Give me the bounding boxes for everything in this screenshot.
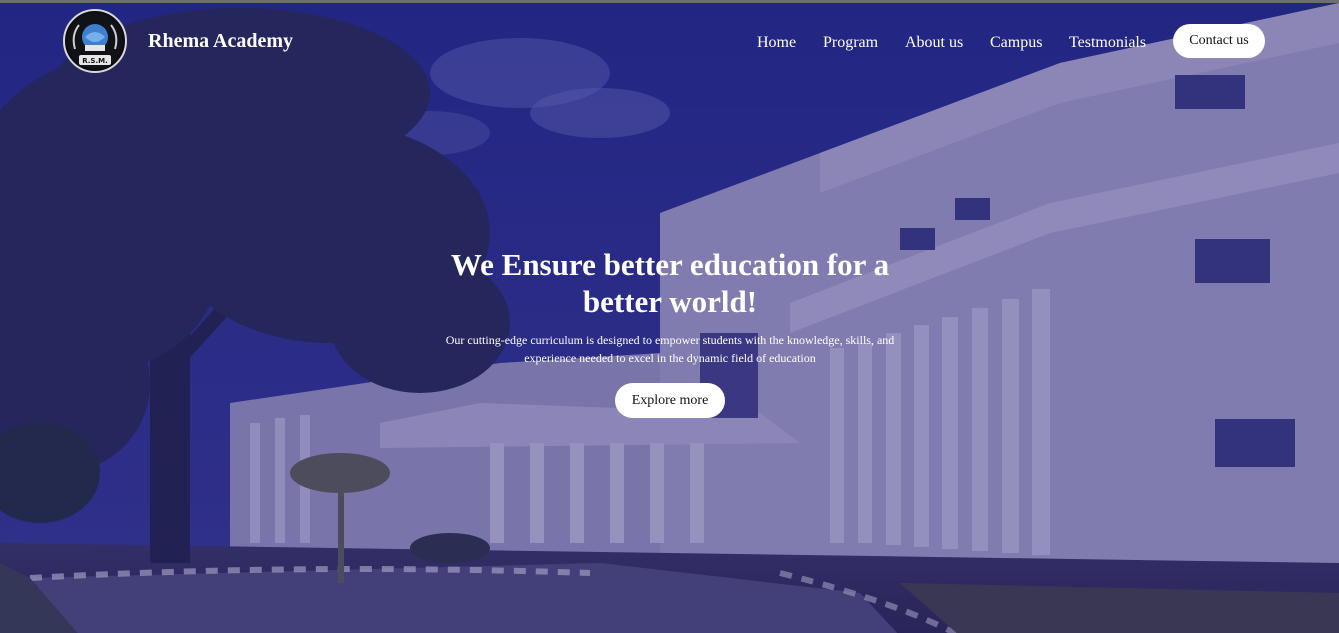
top-navbar: R.S.M. Rhema Academy Home Program About … xyxy=(0,3,1339,83)
nav-program[interactable]: Program xyxy=(823,34,878,52)
svg-text:R.S.M.: R.S.M. xyxy=(82,57,108,65)
academy-logo[interactable]: R.S.M. xyxy=(63,9,127,73)
nav-campus[interactable]: Campus xyxy=(990,34,1042,52)
brand-name[interactable]: Rhema Academy xyxy=(148,30,293,53)
hero-content: We Ensure better education for a better … xyxy=(420,246,920,418)
nav-testimonials[interactable]: Testmonials xyxy=(1069,34,1146,52)
hero-subtitle: Our cutting-edge curriculum is designed … xyxy=(445,333,895,365)
hero-section: R.S.M. Rhema Academy Home Program About … xyxy=(0,0,1339,633)
nav-about-us[interactable]: About us xyxy=(905,34,963,52)
nav-home[interactable]: Home xyxy=(757,34,796,52)
hero-title: We Ensure better education for a better … xyxy=(450,247,890,319)
globe-emblem-icon: R.S.M. xyxy=(67,13,123,69)
contact-us-button[interactable]: Contact us xyxy=(1173,24,1265,58)
explore-more-button[interactable]: Explore more xyxy=(615,383,725,418)
